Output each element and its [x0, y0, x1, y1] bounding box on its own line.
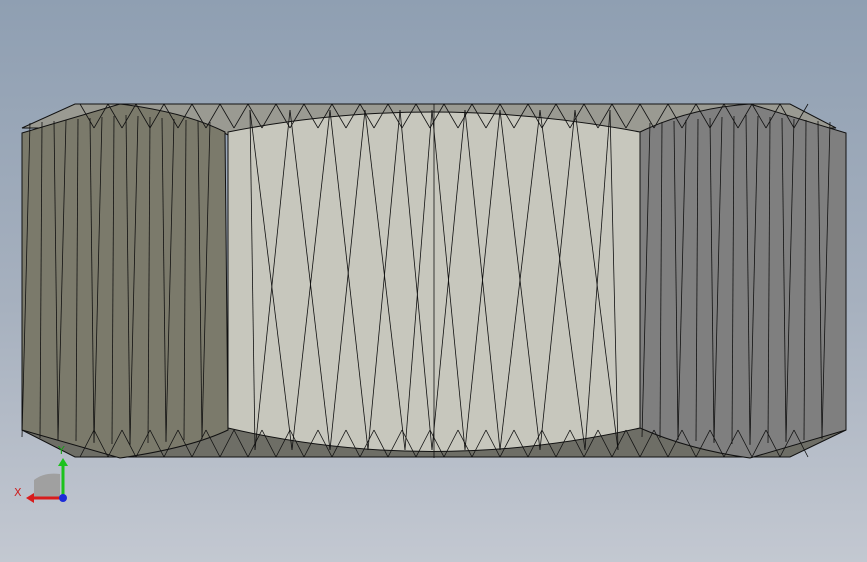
hex-nut-model[interactable] — [0, 0, 867, 562]
right-face — [639, 103, 847, 459]
x-arrow-icon — [26, 493, 34, 503]
axis-triad: X Y — [10, 444, 80, 512]
x-axis-label: X — [14, 486, 22, 499]
z-axis-icon — [59, 494, 67, 502]
left-face — [21, 103, 229, 459]
triad-graphic — [26, 458, 68, 503]
y-axis-label: Y — [58, 444, 65, 457]
y-arrow-icon — [58, 458, 68, 466]
graphics-viewport[interactable]: X Y — [0, 0, 867, 562]
triad-plane-icon — [34, 473, 60, 498]
